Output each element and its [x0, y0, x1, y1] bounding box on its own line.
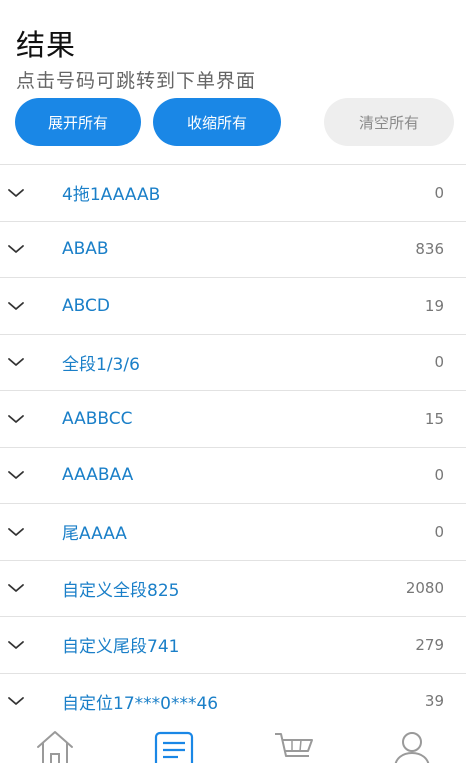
chevron-down-icon[interactable] — [7, 527, 25, 537]
result-label[interactable]: 尾AAAA — [62, 504, 127, 560]
home-icon — [37, 731, 73, 763]
result-row[interactable]: ABAB 836 — [0, 222, 466, 278]
page-title: 结果 — [16, 28, 77, 62]
cart-icon — [275, 733, 313, 757]
result-row[interactable]: 自定位17***0***46 39 — [0, 674, 466, 730]
result-count: 0 — [434, 466, 444, 485]
tab-cart[interactable] — [272, 728, 316, 763]
collapse-all-button[interactable]: 收缩所有 — [153, 98, 281, 146]
results-list: 4拖1AAAAB 0 ABAB 836 ABCD 19 全段1/3/6 0 AA… — [0, 164, 466, 730]
result-count: 836 — [415, 240, 444, 259]
list-icon — [154, 731, 194, 763]
result-label[interactable]: 自定义尾段741 — [62, 617, 179, 673]
chevron-down-icon[interactable] — [7, 188, 25, 198]
chevron-down-icon[interactable] — [7, 470, 25, 480]
chevron-down-icon[interactable] — [7, 696, 25, 706]
result-row[interactable]: AAABAA 0 — [0, 448, 466, 504]
bottom-tab-bar — [0, 724, 466, 763]
tab-profile[interactable] — [390, 728, 434, 763]
chevron-down-icon[interactable] — [7, 583, 25, 593]
result-label[interactable]: ABCD — [62, 278, 110, 334]
result-label[interactable]: ABAB — [62, 222, 109, 278]
result-label[interactable]: 自定位17***0***46 — [62, 674, 218, 730]
result-label[interactable]: 4拖1AAAAB — [62, 165, 160, 221]
tab-home[interactable] — [33, 728, 77, 763]
result-count: 0 — [434, 183, 444, 202]
result-count: 0 — [434, 522, 444, 541]
result-label[interactable]: 自定义全段825 — [62, 561, 179, 617]
chevron-down-icon[interactable] — [7, 301, 25, 311]
tab-results[interactable] — [152, 728, 196, 763]
result-row[interactable]: 尾AAAA 0 — [0, 504, 466, 561]
result-count: 0 — [434, 353, 444, 372]
result-count: 2080 — [405, 579, 444, 598]
result-label[interactable]: AABBCC — [62, 391, 133, 447]
result-count: 19 — [424, 296, 444, 315]
result-row[interactable]: 自定义全段825 2080 — [0, 561, 466, 617]
chevron-down-icon[interactable] — [7, 244, 25, 254]
expand-all-button[interactable]: 展开所有 — [15, 98, 141, 146]
result-row[interactable]: 4拖1AAAAB 0 — [0, 165, 466, 222]
result-label[interactable]: 全段1/3/6 — [62, 335, 140, 391]
chevron-down-icon[interactable] — [7, 640, 25, 650]
chevron-down-icon[interactable] — [7, 414, 25, 424]
clear-all-button[interactable]: 清空所有 — [324, 98, 454, 146]
result-row[interactable]: 全段1/3/6 0 — [0, 335, 466, 391]
result-row[interactable]: 自定义尾段741 279 — [0, 617, 466, 674]
result-label[interactable]: AAABAA — [62, 448, 133, 504]
page-hint: 点击号码可跳转到下单界面 — [16, 70, 257, 92]
chevron-down-icon[interactable] — [7, 357, 25, 367]
result-row[interactable]: AABBCC 15 — [0, 391, 466, 448]
result-count: 15 — [424, 409, 444, 428]
result-row[interactable]: ABCD 19 — [0, 278, 466, 335]
result-count: 39 — [424, 692, 444, 711]
user-icon — [394, 732, 430, 763]
result-count: 279 — [415, 635, 444, 654]
